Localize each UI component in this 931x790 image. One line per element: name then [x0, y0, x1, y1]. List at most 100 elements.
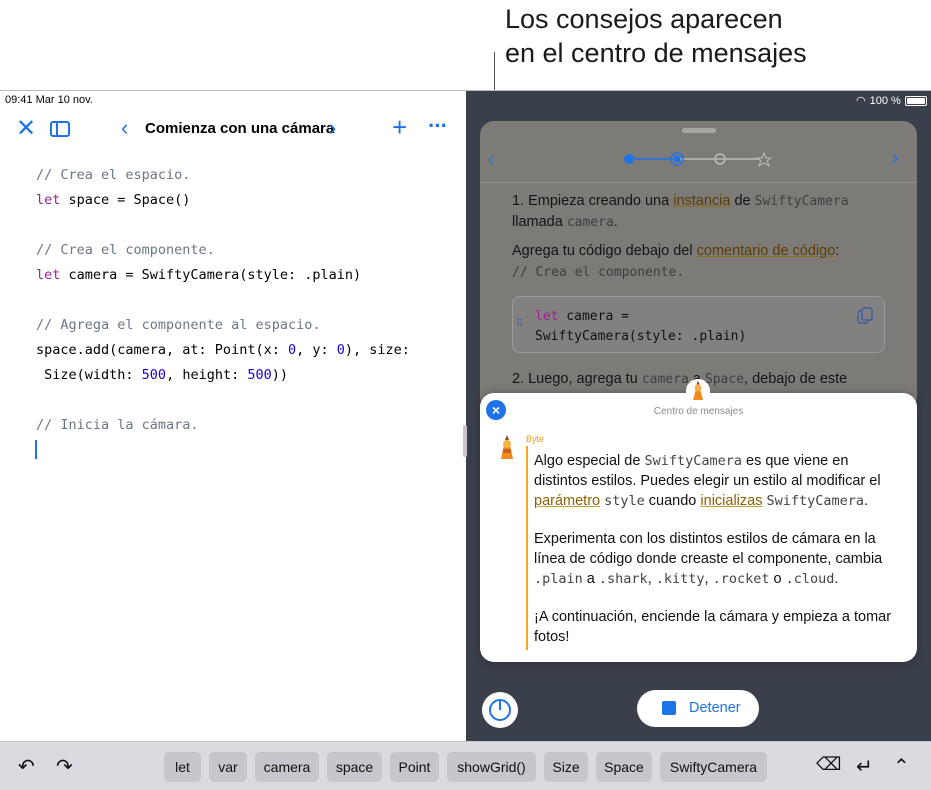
glossary-link[interactable]: inicializas — [700, 493, 762, 509]
shortcut-chip-showgrid[interactable]: showGrid() — [447, 752, 536, 782]
guide-step-1: 1. Empieza creando una instancia de Swif… — [512, 191, 892, 233]
chevron-up-icon[interactable]: ⌃ — [893, 754, 910, 779]
glossary-link[interactable]: parámetro — [534, 493, 600, 509]
sidebar-icon[interactable] — [50, 121, 70, 137]
code-blank — [36, 213, 410, 238]
glossary-link[interactable]: comentario de código — [697, 243, 836, 259]
plus-icon[interactable]: + — [392, 114, 407, 140]
redo-icon[interactable]: ↷ — [56, 754, 73, 779]
text-cursor — [35, 440, 37, 459]
text: o — [769, 571, 786, 587]
code-snippet[interactable]: ⠿ let camera = SwiftyCamera(style: .plai… — [512, 296, 885, 353]
sender-name: Byte — [526, 434, 545, 444]
keyword: let — [36, 192, 61, 208]
callout-line-1: Los consejos aparecen — [505, 4, 783, 34]
byte-avatar-icon — [501, 435, 513, 459]
battery-percent: 100 % — [869, 94, 901, 107]
inline-code: style — [604, 493, 645, 509]
undo-icon[interactable]: ↶ — [18, 754, 35, 779]
close-icon[interactable]: ✕ — [16, 116, 36, 142]
message-center[interactable]: × Centro de mensajes Byte Algo especial … — [480, 393, 917, 662]
text: a — [582, 571, 599, 587]
code-text: )) — [271, 367, 288, 383]
code-text: , y: — [296, 342, 337, 358]
text: , — [647, 571, 656, 587]
text: 1. Empieza creando una — [512, 193, 674, 209]
copy-icon[interactable] — [857, 307, 873, 325]
code-text: space.add(camera, at: Point(x: — [36, 342, 288, 358]
inline-code: .shark — [598, 571, 648, 587]
number[interactable]: 0 — [288, 342, 296, 358]
text: llamada — [512, 214, 567, 230]
shortcut-chip-size[interactable]: Size — [544, 752, 588, 782]
code-text: , height: — [166, 367, 248, 383]
shortcut-chip-point[interactable]: Point — [390, 752, 439, 782]
timer-icon[interactable] — [482, 692, 518, 728]
keyword: let — [36, 267, 61, 283]
battery-icon — [904, 95, 927, 106]
guide-card[interactable]: ‹ › 1. Empieza creando una instancia de … — [480, 121, 917, 411]
code-comment: // Crea el componente. — [36, 242, 215, 258]
chevron-left-icon[interactable]: ‹ — [488, 149, 494, 170]
text: de — [730, 193, 755, 209]
inline-code: .cloud — [785, 571, 835, 587]
inline-code: .plain — [534, 571, 583, 587]
drag-handle-icon[interactable]: ⠿ — [516, 319, 523, 330]
shortcut-chip-var[interactable]: var — [209, 752, 247, 782]
text: , debajo de este — [744, 371, 848, 387]
number[interactable]: 0 — [337, 342, 345, 358]
code-text: ), size: — [344, 342, 410, 358]
shortcut-chip-let[interactable]: let — [164, 752, 201, 782]
code-comment: // Agrega el componente al espacio. — [36, 317, 321, 333]
inline-code: // Crea el componente. — [512, 265, 685, 280]
code-line: Size(width: 500, height: 500)) — [36, 363, 410, 388]
code-content[interactable]: // Crea el espacio. let space = Space() … — [36, 163, 410, 438]
ellipsis-icon[interactable]: ··· — [428, 113, 448, 139]
grabber-handle[interactable] — [682, 128, 716, 133]
inline-code: camera — [566, 215, 614, 230]
inline-code: SwiftyCamera — [644, 453, 742, 469]
message-center-title: Centro de mensajes — [653, 406, 744, 417]
shortcut-chip-camera[interactable]: camera — [255, 752, 319, 782]
split-view-handle[interactable] — [463, 425, 467, 457]
byte-avatar-icon — [686, 379, 710, 403]
stop-label: Detener — [689, 700, 741, 716]
shortcut-chip-space-type[interactable]: Space — [596, 752, 652, 782]
delete-icon[interactable]: ⌫ — [816, 754, 841, 775]
text: . — [864, 493, 869, 509]
guide-step-1-detail: Agrega tu código debajo del comentario d… — [512, 241, 892, 261]
shortcut-chip-space[interactable]: space — [327, 752, 382, 782]
number[interactable]: 500 — [247, 367, 271, 383]
callout-line-2: en el centro de mensajes — [505, 38, 807, 68]
guide-instructions: 1. Empieza creando una instancia de Swif… — [512, 191, 892, 280]
step-dot — [624, 154, 634, 164]
snippet-code: let camera = SwiftyCamera(style: .plain) — [535, 307, 746, 347]
inline-code: Space — [704, 372, 745, 387]
message-accent-bar — [526, 446, 528, 650]
code-line: let camera = SwiftyCamera(style: .plain) — [36, 263, 410, 288]
message-paragraph: Algo especial de SwiftyCamera es que vie… — [534, 451, 894, 511]
number[interactable]: 500 — [142, 367, 166, 383]
step-dot-inner — [673, 155, 681, 163]
code-text: SwiftyCamera(style: .plain) — [535, 329, 747, 344]
page-title: Comienza con una cámara — [145, 120, 335, 137]
text: , — [704, 571, 713, 587]
code-blank — [36, 288, 410, 313]
message-paragraph: ¡A continuación, enciende la cámara y em… — [534, 609, 892, 645]
keyword: let — [535, 309, 559, 324]
text: : — [835, 243, 840, 259]
status-time: 09:41 Mar 10 nov. — [5, 94, 93, 106]
inline-code: SwiftyCamera — [766, 493, 865, 509]
text: . — [834, 571, 839, 587]
chevron-right-icon[interactable]: › — [892, 147, 899, 170]
glossary-link[interactable]: instancia — [673, 193, 730, 209]
code-comment: // Inicia la cámara. — [36, 417, 199, 433]
stop-button[interactable]: Detener — [637, 690, 759, 727]
timer-needle — [499, 701, 501, 710]
wifi-icon: ◠ — [856, 95, 866, 107]
chevron-right-icon[interactable]: › — [329, 115, 336, 141]
inline-code: camera — [641, 372, 689, 387]
chevron-left-icon[interactable]: ‹ — [121, 115, 128, 141]
shortcut-chip-swiftycamera[interactable]: SwiftyCamera — [660, 752, 767, 782]
return-icon[interactable]: ↵ — [856, 754, 873, 779]
